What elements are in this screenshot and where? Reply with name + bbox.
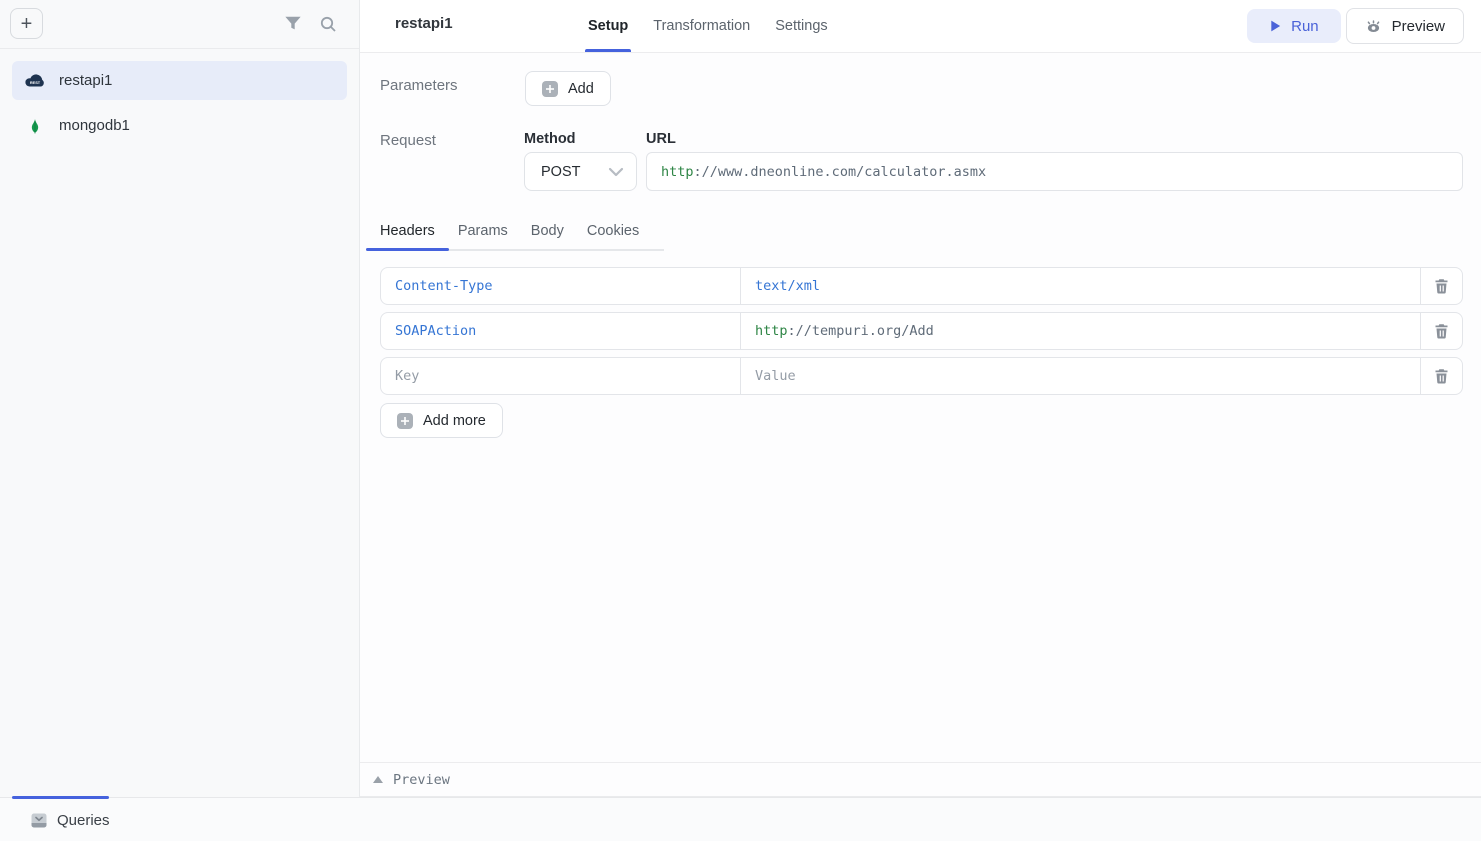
- preview-button[interactable]: Preview: [1346, 8, 1464, 44]
- delete-header-button[interactable]: [1421, 268, 1462, 304]
- top-actions: Run Preview: [1247, 0, 1464, 52]
- tab-setup[interactable]: Setup: [586, 0, 630, 52]
- header-key-field[interactable]: Content-Type: [381, 268, 741, 304]
- request-label: Request: [380, 132, 436, 149]
- header-value-input[interactable]: [755, 368, 1406, 384]
- app-window: + REST restapi1: [0, 0, 1481, 841]
- header-row: SOAPAction http://tempuri.org/Add: [380, 312, 1463, 350]
- header-key-field: [381, 358, 741, 394]
- subtab-body[interactable]: Body: [531, 223, 564, 249]
- url-input[interactable]: http://www.dneonline.com/calculator.asmx: [646, 152, 1463, 191]
- url-rest: ://www.dneonline.com/calculator.asmx: [694, 164, 987, 180]
- sidebar-item-label: restapi1: [59, 72, 112, 89]
- method-label: Method: [524, 131, 576, 147]
- subtab-headers[interactable]: Headers: [380, 223, 435, 249]
- add-parameter-button[interactable]: Add: [525, 71, 611, 106]
- header-row: Content-Type text/xml: [380, 267, 1463, 305]
- request-subtabs: Headers Params Body Cookies: [380, 223, 664, 251]
- search-icon[interactable]: [319, 15, 337, 33]
- play-icon: [1269, 19, 1282, 33]
- preview-panel-label: Preview: [393, 772, 450, 788]
- sidebar: + REST restapi1: [0, 0, 360, 797]
- header-key-input[interactable]: [395, 368, 726, 384]
- tab-settings[interactable]: Settings: [773, 0, 829, 52]
- preview-panel-toggle[interactable]: Preview: [360, 762, 1481, 797]
- header-value-field[interactable]: text/xml: [741, 268, 1421, 304]
- sidebar-item-label: mongodb1: [59, 117, 130, 134]
- delete-header-button[interactable]: [1421, 313, 1462, 349]
- parameters-label: Parameters: [380, 77, 458, 94]
- queries-tab-label: Queries: [57, 812, 110, 829]
- url-label: URL: [646, 131, 676, 147]
- setup-panel: Parameters Add Request Method URL POST h…: [360, 53, 1481, 797]
- plus-icon: [397, 413, 413, 429]
- top-tabs: Setup Transformation Settings: [586, 0, 830, 52]
- subtab-params[interactable]: Params: [458, 223, 508, 249]
- trash-icon: [1434, 323, 1449, 339]
- query-list: REST restapi1 mongodb1: [0, 49, 359, 145]
- method-value: POST: [541, 164, 608, 180]
- filter-icon[interactable]: [284, 15, 302, 33]
- trash-icon: [1434, 278, 1449, 294]
- trash-icon: [1434, 368, 1449, 384]
- url-scheme: http: [661, 164, 694, 180]
- eye-icon: [1365, 18, 1382, 34]
- new-query-button[interactable]: +: [10, 8, 43, 39]
- plus-icon: [542, 81, 558, 97]
- sidebar-item-mongodb1[interactable]: mongodb1: [12, 106, 347, 145]
- header-row: [380, 357, 1463, 395]
- rest-api-icon: REST: [24, 70, 46, 92]
- sidebar-item-restapi1[interactable]: REST restapi1: [12, 61, 347, 100]
- mongodb-icon: [24, 115, 46, 137]
- method-dropdown[interactable]: POST: [524, 152, 637, 191]
- tab-transformation[interactable]: Transformation: [651, 0, 752, 52]
- query-title: restapi1: [395, 15, 453, 32]
- delete-header-button[interactable]: [1421, 358, 1462, 394]
- queries-tab[interactable]: Queries: [30, 798, 110, 841]
- bottom-bar: Queries: [0, 797, 1481, 841]
- run-button[interactable]: Run: [1247, 9, 1341, 43]
- expand-up-icon: [373, 776, 383, 783]
- queries-panel-icon: [30, 812, 48, 829]
- svg-text:REST: REST: [30, 80, 41, 84]
- header-key-field[interactable]: SOAPAction: [381, 313, 741, 349]
- subtab-cookies[interactable]: Cookies: [587, 223, 639, 249]
- chevron-down-icon: [608, 167, 624, 177]
- header-value-field[interactable]: http://tempuri.org/Add: [741, 313, 1421, 349]
- sidebar-header: +: [0, 0, 359, 49]
- header-value-field: [741, 358, 1421, 394]
- add-more-header-button[interactable]: Add more: [380, 403, 503, 438]
- top-bar: restapi1 Setup Transformation Settings R…: [360, 0, 1481, 53]
